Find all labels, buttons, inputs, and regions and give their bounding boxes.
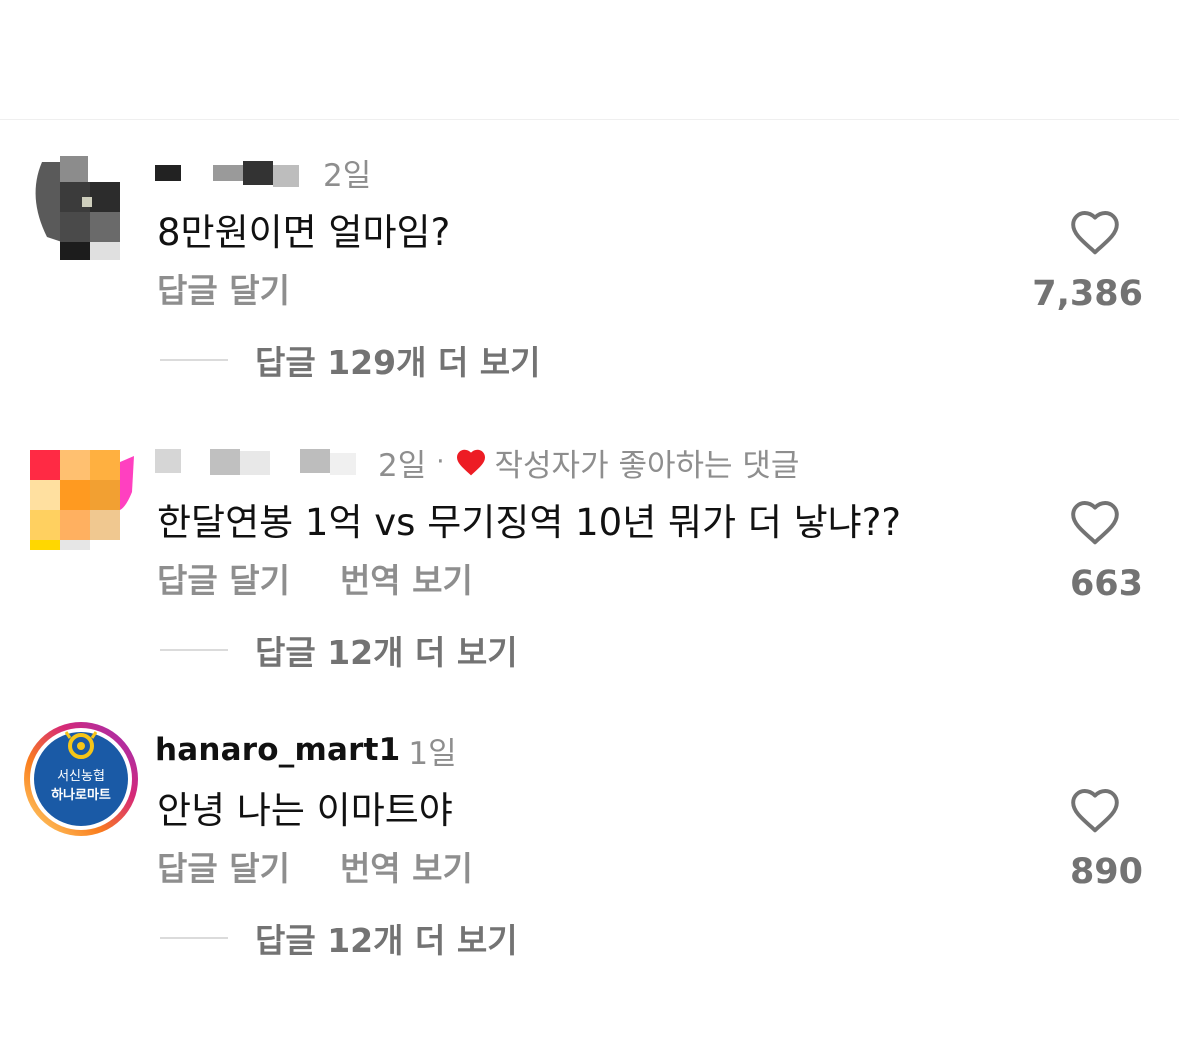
reply-button[interactable]: 답글 달기 — [157, 554, 290, 602]
view-replies-button[interactable]: 답글 12개 더 보기 — [160, 914, 518, 962]
replies-divider-line — [160, 937, 228, 939]
comment-header: 2일 — [155, 150, 371, 194]
view-replies-button[interactable]: 답글 129개 더 보기 — [160, 336, 541, 384]
comment-actions: 답글 달기 — [157, 264, 340, 312]
liked-by-author-label: 작성자가 좋아하는 댓글 — [494, 447, 800, 484]
avatar-text-bottom: 하나로마트 — [51, 787, 111, 803]
avatar-pixelated[interactable] — [22, 142, 140, 260]
view-replies-label: 답글 129개 더 보기 — [255, 343, 541, 382]
comment-text: 안녕 나는 이마트야 — [157, 789, 453, 832]
comment-item: 2일 8만원이면 얼마임? 답글 달기 답글 129개 더 보기 7,386 — [0, 128, 1179, 408]
comment-actions: 답글 달기 번역 보기 — [157, 554, 523, 602]
comment-item: 서신농협 하나로마트 hanaro_mart1 1일 안녕 나는 이마트야 답글… — [0, 706, 1179, 986]
view-replies-button[interactable]: 답글 12개 더 보기 — [160, 626, 518, 674]
comment-header: hanaro_mart1 1일 — [155, 728, 457, 772]
heart-outline-icon[interactable] — [1068, 208, 1122, 256]
comment-item: 2일 · 작성자가 좋아하는 댓글 한달연봉 1억 vs 무기징역 10년 뭐가… — [0, 418, 1179, 698]
comment-text: 한달연봉 1억 vs 무기징역 10년 뭐가 더 낳냐?? — [157, 501, 901, 544]
avatar-text-top: 서신농협 — [57, 769, 105, 784]
like-count: 663 — [1069, 564, 1143, 604]
comment-time: 2일 — [323, 157, 372, 194]
replies-divider-line — [160, 649, 228, 651]
comment-actions: 답글 달기 번역 보기 — [157, 842, 523, 890]
heart-outline-icon[interactable] — [1068, 498, 1122, 546]
view-replies-label: 답글 12개 더 보기 — [255, 921, 518, 960]
translate-button[interactable]: 번역 보기 — [340, 842, 473, 890]
translate-button[interactable]: 번역 보기 — [340, 554, 473, 602]
view-replies-label: 답글 12개 더 보기 — [255, 633, 518, 672]
reply-button[interactable]: 답글 달기 — [157, 264, 290, 312]
heart-outline-icon[interactable] — [1068, 786, 1122, 834]
like-count: 890 — [1069, 852, 1143, 892]
comment-header: 2일 · 작성자가 좋아하는 댓글 — [155, 440, 799, 484]
avatar-hanaro-mart[interactable]: 서신농협 하나로마트 — [22, 720, 140, 838]
replies-divider-line — [160, 359, 228, 361]
comment-text: 8만원이면 얼마임? — [157, 211, 451, 254]
like-count: 7,386 — [1032, 274, 1143, 314]
redacted-username — [155, 161, 299, 187]
header-divider — [0, 119, 1179, 120]
separator-dot: · — [436, 447, 445, 477]
redacted-username — [155, 449, 356, 475]
heart-filled-icon — [456, 449, 485, 476]
comment-time: 1일 — [408, 735, 457, 772]
top-bar — [0, 0, 1179, 119]
username[interactable]: hanaro_mart1 — [155, 732, 400, 768]
avatar-pixelated[interactable] — [22, 432, 140, 550]
reply-button[interactable]: 답글 달기 — [157, 842, 290, 890]
comment-time: 2일 — [378, 447, 427, 484]
